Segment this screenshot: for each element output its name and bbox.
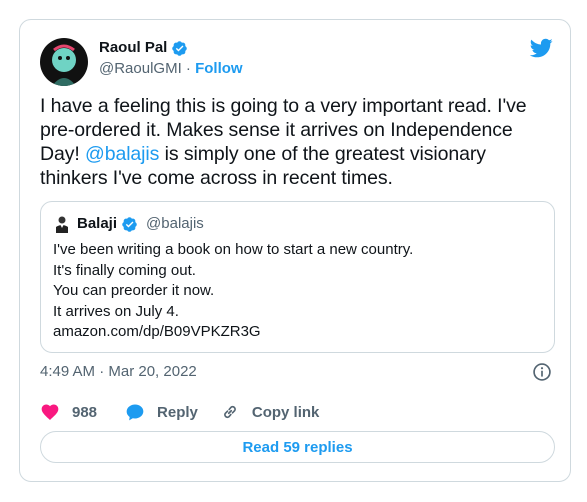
copy-link-label: Copy link [251,403,320,421]
tweet-text: I have a feeling this is going to a very… [40,94,550,190]
verified-badge-icon [171,40,188,57]
author-name[interactable]: Raoul Pal [99,38,167,58]
author-handle[interactable]: @RaoulGMI [99,60,182,77]
heart-icon [41,404,59,420]
follow-button[interactable]: Follow [195,60,243,77]
copy-link-button[interactable]: Copy link [220,402,320,422]
quoted-line: I've been writing a book on how to start… [53,241,414,258]
quoted-link[interactable]: amazon.com/dp/B09VPKZR3G [53,322,543,343]
reply-bubble-icon [126,404,144,421]
twitter-bird-icon[interactable] [529,36,553,60]
author-name-row: Raoul Pal [99,38,188,58]
reply-label: Reply [157,403,198,421]
quoted-tweet[interactable]: Balaji @balajis I've been writing a book… [40,201,555,353]
quoted-header: Balaji @balajis [77,214,204,234]
tweet-card: Raoul Pal @RaoulGMI · Follow I have a fe… [19,19,571,482]
quoted-author-name: Balaji [77,215,118,232]
link-icon [224,405,236,419]
info-icon[interactable] [532,362,552,382]
quoted-line: You can preorder it now. [53,282,215,299]
quoted-line: It arrives on July 4. [53,302,179,320]
tweet-actions: 988 Reply Copy link [40,401,319,423]
author-avatar[interactable] [40,38,88,86]
mention-link[interactable]: @balajis [85,143,159,165]
read-replies-button[interactable]: Read 59 replies [40,431,555,463]
quoted-avatar [53,215,71,233]
handle-separator: · [185,60,191,77]
like-button[interactable]: 988 [40,402,97,422]
verified-badge-icon [121,216,138,233]
quoted-author-handle: @balajis [146,215,204,232]
tweet-timestamp[interactable]: 4:49 AM · Mar 20, 2022 [40,362,197,382]
author-handle-row: @RaoulGMI · Follow [99,59,243,79]
quoted-line: It's finally coming out. [53,261,196,279]
quoted-text: I've been writing a book on how to start… [53,240,543,343]
like-count: 988 [72,403,98,421]
reply-button[interactable]: Reply [125,402,198,422]
